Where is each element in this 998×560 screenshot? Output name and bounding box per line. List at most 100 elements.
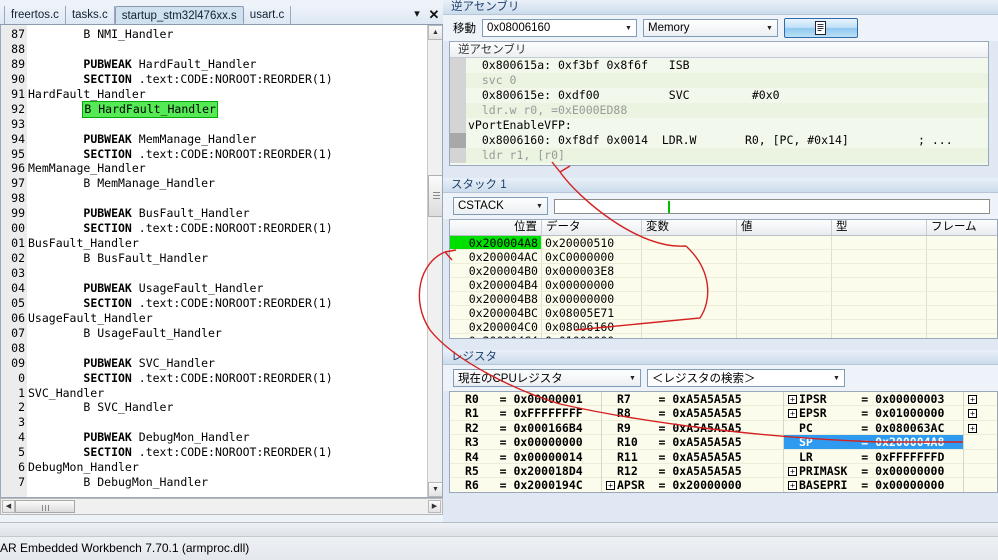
expand-icon[interactable]: + [968,423,977,433]
disassembly-row[interactable]: 0x800615a: 0xf3bf 0x8f6f ISB [450,58,988,73]
code-line[interactable]: 6 DebugMon_Handler [1,460,422,475]
register-row[interactable]: R8 = 0xA5A5A5A5 [602,406,783,421]
code-line[interactable]: 89 PUBWEAK HardFault_Handler [1,57,422,72]
disassembly-row[interactable]: vPortEnableVFP: [450,118,988,133]
breakpoint-gutter[interactable] [450,118,466,133]
code-line[interactable]: 96 MemManage_Handler [1,161,422,176]
stack-row[interactable]: 0x200004BC 0x08005E71 [450,306,997,320]
register-row[interactable]: + PRIMASK = 0x00000000 [784,464,963,479]
code-line[interactable]: 93 [1,117,422,132]
register-row[interactable]: SP = 0x200004A8 [784,435,963,450]
chevron-down-icon[interactable]: ▼ [625,370,640,386]
register-row[interactable]: R4 = 0x00000014 [450,450,601,464]
code-line[interactable]: 02 B BusFault_Handler [1,251,422,266]
register-row[interactable]: R5 = 0x200018D4 [450,464,601,479]
register-row[interactable] [964,435,997,450]
expand-icon[interactable]: + [788,466,797,476]
code-line[interactable]: 06 UsageFault_Handler [1,311,422,326]
stack-row[interactable]: 0x200004B8 0x00000000 [450,292,997,306]
register-row[interactable]: R12 = 0xA5A5A5A5 [602,464,783,479]
register-row[interactable]: R6 = 0x2000194C [450,478,601,492]
code-line[interactable]: 04 PUBWEAK UsageFault_Handler [1,281,422,296]
code-line[interactable]: 03 [1,266,422,281]
code-line[interactable]: 2 B SVC_Handler [1,400,422,415]
code-line[interactable]: 90 SECTION .text:CODE:NOROOT:REORDER(1) [1,72,422,87]
code-line[interactable]: 07 B UsageFault_Handler [1,326,422,341]
code-line[interactable]: 09 PUBWEAK SVC_Handler [1,356,422,371]
register-row[interactable]: R11 = 0xA5A5A5A5 [602,450,783,464]
register-row[interactable]: R1 = 0xFFFFFFFF [450,406,601,421]
stack-row[interactable]: 0x200004C0 0x08006160 [450,320,997,334]
register-row[interactable]: PC = 0x080063AC [784,421,963,436]
editor-tab-startup-stm32l476xx-s[interactable]: startup_stm32l476xx.s [114,6,244,24]
chevron-down-icon[interactable]: ▼ [621,20,636,36]
scroll-right-icon[interactable]: ▶ [428,500,441,513]
breakpoint-gutter[interactable] [450,103,466,118]
editor-tab-freertos-c[interactable]: freertos.c [5,6,66,24]
code-line[interactable]: 92 B HardFault_Handler [1,100,422,118]
vertical-scroll-thumb[interactable] [428,175,442,217]
code-line[interactable]: 01 BusFault_Handler [1,236,422,251]
expand-icon[interactable]: + [788,395,797,404]
editor-horizontal-scrollbar[interactable]: ◀ ▶ [0,498,443,515]
chevron-down-icon[interactable]: ▼ [532,198,547,214]
code-line[interactable]: 05 SECTION .text:CODE:NOROOT:REORDER(1) [1,296,422,311]
register-row[interactable]: R0 = 0x00000001 [450,392,601,407]
breakpoint-gutter[interactable] [450,148,466,163]
register-row[interactable]: R2 = 0x000166B4 [450,421,601,436]
stack-column-header[interactable]: 位置 [450,220,542,235]
register-find-combo[interactable]: ＜レジスタの検索＞ ▼ [647,369,845,387]
expand-icon[interactable]: + [788,409,797,419]
disassembly-list[interactable]: 逆アセンブリ 0x800615a: 0xf3bf 0x8f6f ISB svc … [449,41,989,166]
register-row[interactable] [964,464,997,479]
disassembly-row[interactable]: ldr r1, [r0] [450,148,988,163]
chevron-down-icon[interactable]: ▼ [829,370,844,386]
scroll-up-icon[interactable]: ▲ [428,25,442,40]
code-line[interactable]: 99 PUBWEAK BusFault_Handler [1,206,422,221]
register-row[interactable]: R7 = 0xA5A5A5A5 [602,392,783,407]
register-table[interactable]: R0 = 0x00000001 R1 = 0xFFFFFFFF R2 = 0x0… [449,391,998,493]
editor-tab-usart-c[interactable]: usart.c [244,6,292,24]
expand-icon[interactable]: + [788,481,797,491]
breakpoint-gutter[interactable] [450,58,466,73]
horizontal-scroll-thumb[interactable] [15,500,75,513]
register-row[interactable]: + IPSR = 0x00000003 [784,392,963,407]
code-line[interactable]: 1 SVC_Handler [1,386,422,401]
close-icon[interactable]: ✕ [425,6,443,24]
code-line[interactable]: 91 HardFault_Handler [1,87,422,102]
stack-select-combo[interactable]: CSTACK ▼ [453,197,548,215]
disassembly-row[interactable]: ldr.w r0, =0xE000ED88 [450,103,988,118]
register-row[interactable]: + BASEPRI = 0x00000000 [784,478,963,492]
code-line[interactable]: 97 B MemManage_Handler [1,176,422,191]
breakpoint-gutter[interactable] [450,88,466,103]
chevron-down-icon[interactable]: ▼ [762,20,777,36]
register-row[interactable]: R9 = 0xA5A5A5A5 [602,421,783,436]
scroll-down-icon[interactable]: ▼ [428,482,442,497]
code-line[interactable]: 7 B DebugMon_Handler [1,475,422,490]
code-line[interactable]: 98 [1,191,422,206]
stack-column-header[interactable]: 型 [832,220,927,235]
register-row[interactable]: R10 = 0xA5A5A5A5 [602,435,783,450]
stack-row[interactable]: 0x200004C40x01000000 [450,334,997,338]
register-row[interactable] [964,450,997,464]
register-group-combo[interactable]: 現在のCPUレジスタ ▼ [453,369,641,387]
expand-icon[interactable]: + [606,481,615,491]
scroll-left-icon[interactable]: ◀ [2,500,15,513]
editor-vertical-scrollbar[interactable]: ▲ ▼ [427,25,442,497]
code-line[interactable]: 08 [1,341,422,356]
code-editor[interactable]: 87 B NMI_Handler 88 89 PUBWEAK HardFault_H… [0,25,443,498]
breakpoint-gutter[interactable] [450,133,466,148]
expand-icon[interactable]: + [968,395,977,404]
memory-zone-combo[interactable]: Memory ▼ [643,19,778,37]
register-row[interactable]: R3 = 0x00000000 [450,435,601,450]
register-row[interactable] [964,478,997,492]
stack-column-header[interactable]: 変数 [642,220,737,235]
stack-row[interactable]: 0x200004AC 0xC0000000 [450,250,997,264]
stack-row[interactable]: 0x200004A8 0x20000510 [450,236,997,250]
stack-column-header[interactable]: データ [542,220,642,235]
code-line[interactable]: 3 [1,415,422,430]
code-line[interactable]: 94 PUBWEAK MemManage_Handler [1,132,422,147]
stack-column-header[interactable]: 値 [737,220,832,235]
code-line[interactable]: 95 SECTION .text:CODE:NOROOT:REORDER(1) [1,147,422,162]
register-row[interactable]: + [964,406,997,421]
